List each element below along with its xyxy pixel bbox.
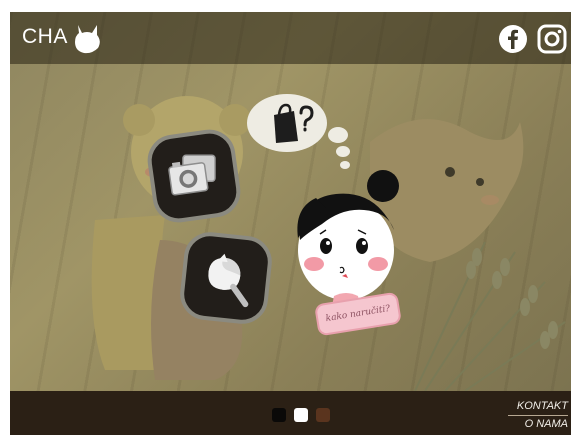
footer: KONTAKT O NAMA bbox=[10, 391, 571, 435]
contact-link[interactable]: KONTAKT bbox=[517, 400, 568, 412]
slider-dot-active[interactable] bbox=[294, 408, 308, 422]
photos-button[interactable] bbox=[144, 126, 244, 226]
girl-illustration bbox=[297, 170, 399, 306]
lavender-image bbox=[414, 241, 566, 391]
thought-bubble-dot bbox=[336, 146, 350, 157]
thought-bubble-dot bbox=[328, 127, 348, 143]
cat-head-icon[interactable] bbox=[70, 21, 104, 55]
instagram-icon[interactable] bbox=[536, 23, 568, 55]
search-icon bbox=[208, 253, 249, 308]
facebook-icon[interactable] bbox=[497, 23, 529, 55]
search-button[interactable] bbox=[177, 229, 275, 327]
speech-bubble-text: kako naručiti? bbox=[325, 303, 391, 325]
photos-icon bbox=[168, 154, 216, 196]
link-divider bbox=[508, 415, 568, 416]
shopping-bag-question-icon bbox=[274, 103, 314, 143]
logo-text[interactable]: CHA bbox=[22, 25, 68, 49]
slider-dot[interactable] bbox=[272, 408, 286, 422]
yellow-doll-image bbox=[91, 96, 251, 380]
top-bar: CHA bbox=[10, 12, 571, 64]
slider-dot[interactable] bbox=[316, 408, 330, 422]
about-link[interactable]: O NAMA bbox=[525, 418, 568, 430]
page: CHA kako naručiti? KONTAKT O NAMA bbox=[0, 0, 571, 435]
